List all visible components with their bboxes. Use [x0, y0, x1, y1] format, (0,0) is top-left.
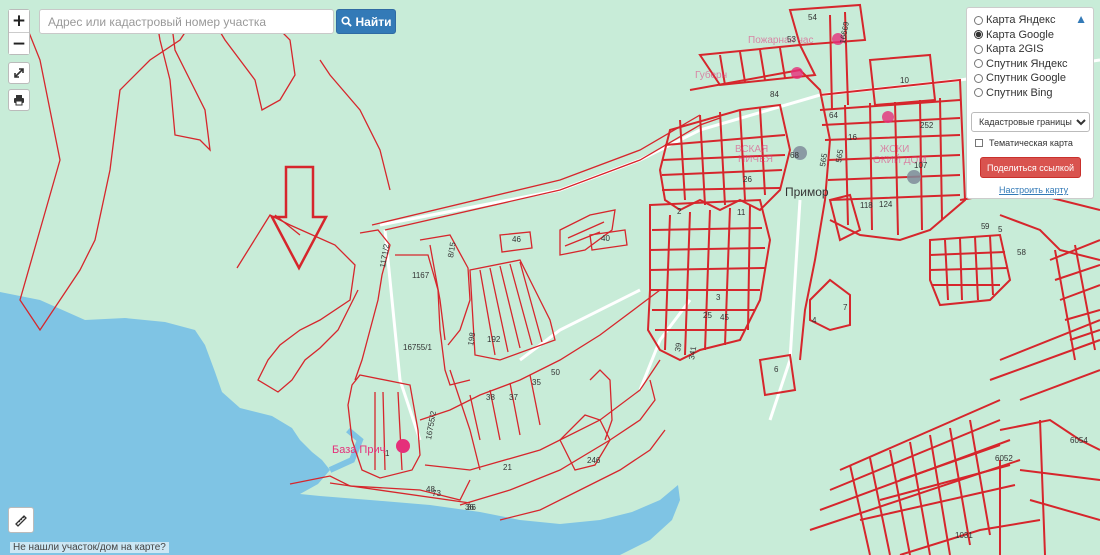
layers-panel: ▲ Карта Яндекс Карта Google Карта 2GIS Спут… — [966, 7, 1094, 199]
poi-marker[interactable] — [396, 439, 410, 453]
zoom-control: + − — [8, 9, 30, 55]
basemap-option-label: Карта 2GIS — [986, 43, 1044, 56]
ruler-button[interactable] — [8, 507, 34, 533]
poi-marker-3[interactable] — [882, 111, 894, 123]
search-input[interactable] — [39, 9, 334, 34]
parcel-label: 84 — [770, 90, 779, 99]
parcel-label: 16 — [848, 133, 857, 142]
printer-icon — [14, 95, 24, 106]
not-found-link[interactable]: Не нашли участок/дом на карте? — [10, 542, 169, 553]
basemap-option[interactable]: Спутник Яндекс — [974, 57, 1093, 72]
parcel-label: 3 — [716, 293, 721, 302]
parcel-label: 16755/1 — [403, 343, 432, 352]
parcel-label: 1 — [385, 449, 390, 458]
parcel-label: 124 — [879, 200, 893, 209]
basemap-option[interactable]: Карта Google — [974, 28, 1093, 43]
share-link-button[interactable]: Поделиться ссылкой — [980, 157, 1081, 178]
poi-label: База Прич — [332, 444, 385, 456]
parcel-label: 73 — [432, 489, 441, 498]
parcel-label: 36 — [467, 503, 476, 512]
ruler-icon — [15, 515, 27, 527]
parcel-label: 192 — [487, 335, 501, 344]
radio-button[interactable] — [974, 73, 983, 83]
parcel-label: 64 — [829, 111, 838, 120]
parcel-label: 107 — [914, 161, 928, 170]
parcel-label: 26 — [743, 175, 752, 184]
parcel-label: 35 — [532, 378, 541, 387]
radio-button[interactable] — [974, 30, 983, 40]
overlay-select[interactable]: Кадастровые границы — [971, 112, 1090, 132]
parcel-label: 6 — [774, 365, 779, 374]
faded-label: Пожарная час — [748, 35, 814, 46]
parcel-label: 40 — [601, 234, 610, 243]
parcel-label: 5 — [998, 225, 1003, 234]
parcel-label: 50 — [551, 368, 560, 377]
chevron-up-icon[interactable]: ▲ — [1075, 12, 1087, 26]
parcel-label: 246 — [587, 456, 601, 465]
faded-label: НИЧЕЯ — [738, 154, 773, 165]
radio-button[interactable] — [974, 88, 983, 98]
thematic-map-checkbox[interactable]: Тематическая карта — [975, 138, 1073, 148]
radio-button[interactable] — [974, 59, 983, 69]
poi-marker-5[interactable] — [907, 170, 921, 184]
parcel-label: 5 — [981, 222, 986, 231]
parcel-label: 4 — [812, 316, 817, 325]
basemap-options: Карта Яндекс Карта Google Карта 2GIS Спутни… — [974, 13, 1093, 100]
search-button[interactable]: Найти — [336, 9, 396, 34]
parcel-label: 45 — [720, 313, 729, 322]
parcel-label: 46 — [512, 235, 521, 244]
basemap-option-label: Спутник Google — [986, 72, 1066, 85]
parcel-label: 68 — [790, 151, 799, 160]
faded-label: ЖСКИ — [880, 144, 909, 155]
parcel-label: 9 — [985, 222, 990, 231]
thematic-map-label: Тематическая карта — [989, 138, 1073, 148]
map-svg[interactable]: Примор База Прич Пожарная час Губерн ВСК… — [0, 0, 1100, 555]
search-icon — [340, 16, 352, 27]
basemap-option-label: Карта Google — [986, 28, 1054, 41]
parcel-label: 118 — [860, 201, 873, 210]
parcel-label: 1031 — [955, 531, 973, 540]
radio-button[interactable] — [974, 44, 983, 54]
expand-icon — [14, 68, 24, 78]
search-button-label: Найти — [355, 14, 392, 29]
faded-label: Губерн — [695, 69, 727, 81]
place-name: Примор — [785, 185, 829, 199]
search-bar: Найти — [39, 9, 396, 34]
map-canvas[interactable]: Примор База Прич Пожарная час Губерн ВСК… — [0, 0, 1100, 555]
parcel-label: 2 — [677, 207, 682, 216]
basemap-option-label: Карта Яндекс — [986, 14, 1056, 27]
parcel-label: 38 — [486, 393, 495, 402]
zoom-out-button[interactable]: − — [9, 32, 29, 54]
basemap-option[interactable]: Карта 2GIS — [974, 42, 1093, 57]
zoom-in-button[interactable]: + — [9, 10, 29, 32]
basemap-option-label: Спутник Bing — [986, 86, 1053, 99]
parcel-label: 53 — [787, 35, 796, 44]
parcel-label: 1167 — [412, 271, 430, 280]
radio-button[interactable] — [974, 15, 983, 25]
parcel-label: 6052 — [995, 454, 1013, 463]
parcel-label: 11 — [737, 208, 746, 217]
configure-map-link[interactable]: Настроить карту — [999, 185, 1068, 195]
basemap-option-label: Спутник Яндекс — [986, 57, 1068, 70]
parcel-label: 58 — [1017, 248, 1026, 257]
parcel-label: 10 — [900, 76, 909, 85]
fullscreen-button[interactable] — [8, 62, 30, 84]
parcel-label: 25 — [703, 311, 712, 320]
parcel-label: 7 — [843, 303, 848, 312]
print-button[interactable] — [8, 89, 30, 111]
parcel-label: 6054 — [1070, 436, 1088, 445]
basemap-option[interactable]: Спутник Google — [974, 71, 1093, 86]
basemap-option[interactable]: Спутник Bing — [974, 86, 1093, 101]
parcel-label: 37 — [509, 393, 518, 402]
parcel-label: 54 — [808, 13, 817, 22]
checkbox-box[interactable] — [975, 139, 983, 147]
parcel-label: 252 — [920, 121, 934, 130]
parcel-label: 21 — [503, 463, 512, 472]
poi-marker-2[interactable] — [791, 67, 803, 79]
